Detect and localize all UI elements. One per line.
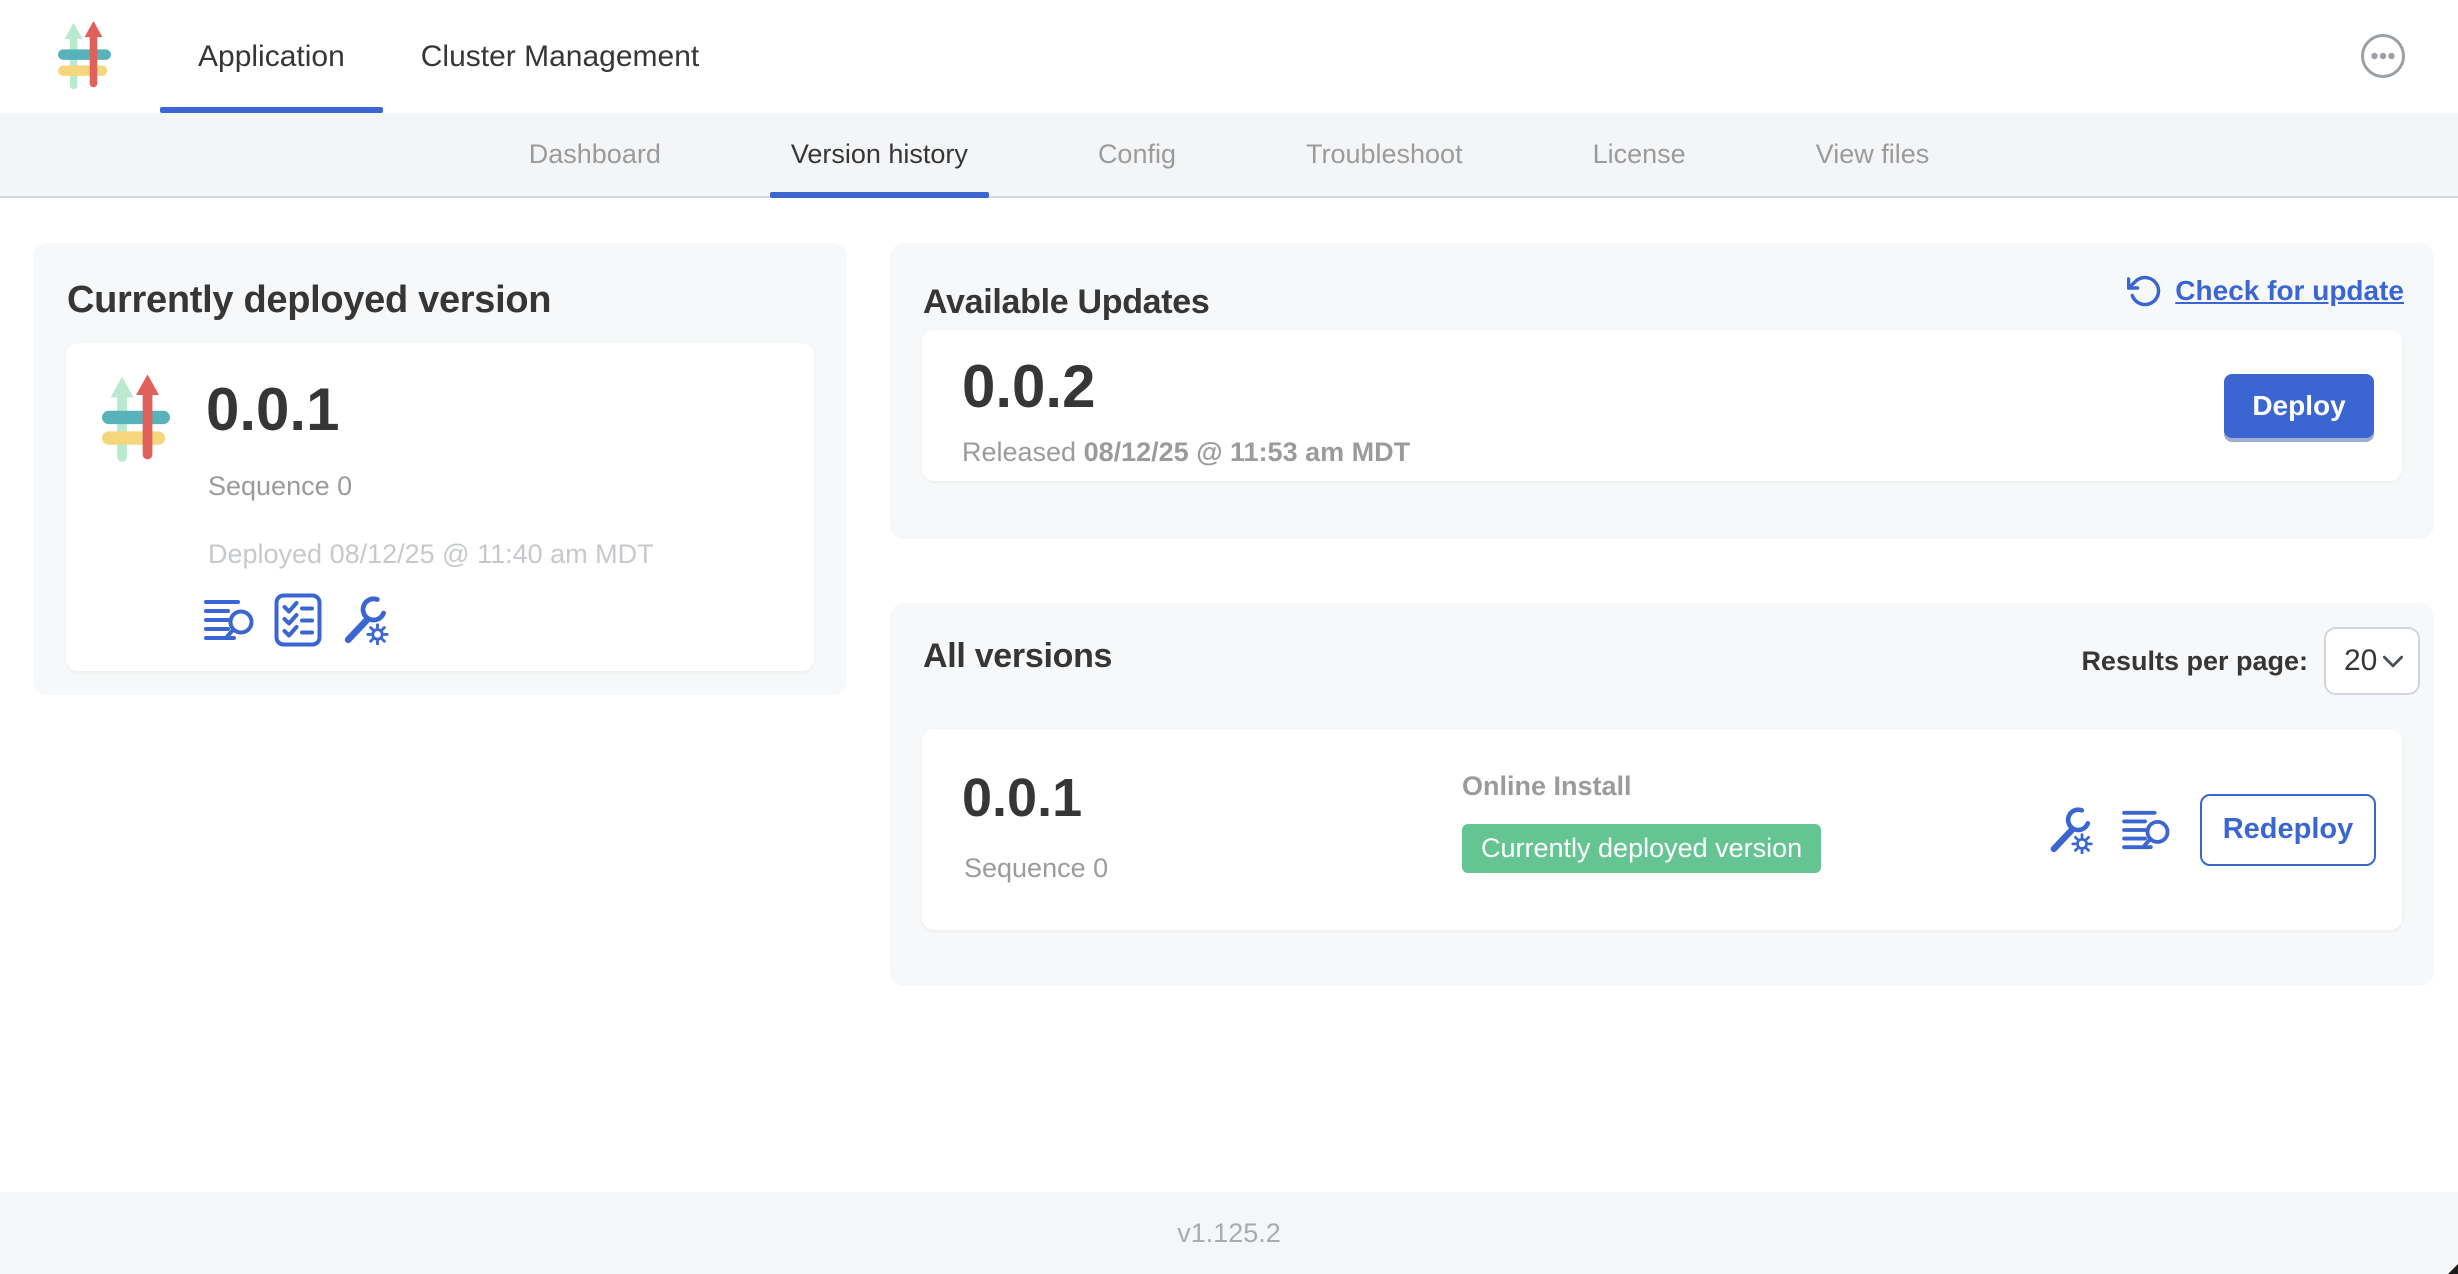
currently-deployed-card: Currently deployed version 0.0.1 Sequenc… <box>33 243 847 695</box>
update-info: 0.0.2 Released 08/12/25 @ 11:53 am MDT <box>962 352 1410 468</box>
logs-icon <box>2122 809 2172 851</box>
subnav-license[interactable]: License <box>1572 113 1707 196</box>
all-versions-title: All versions <box>923 637 1112 676</box>
subnav-view-files-label: View files <box>1816 139 1930 170</box>
row-version-sequence: Sequence 0 <box>964 853 1108 884</box>
results-per-page-label: Results per page: <box>2081 646 2308 677</box>
row-install-type: Online Install <box>1462 771 1821 802</box>
subnav-version-history-label: Version history <box>791 139 968 170</box>
top-header: Application Cluster Management <box>0 0 2458 113</box>
app-logo-icon <box>102 373 170 468</box>
subnav-config-label: Config <box>1098 139 1176 170</box>
version-row: 0.0.1 Sequence 0 Online Install Currentl… <box>922 729 2402 930</box>
tab-application[interactable]: Application <box>160 0 383 113</box>
available-updates-title: Available Updates <box>923 283 1210 322</box>
chevron-down-icon <box>2382 655 2404 668</box>
header-menu-button[interactable] <box>2360 33 2406 79</box>
check-for-update-label: Check for update <box>2175 275 2404 307</box>
currently-deployed-badge: Currently deployed version <box>1462 824 1821 873</box>
view-logs-button[interactable] <box>204 598 256 642</box>
row-actions: Redeploy <box>2046 794 2376 866</box>
tab-cluster-management[interactable]: Cluster Management <box>383 0 737 113</box>
subnav-version-history[interactable]: Version history <box>770 113 989 196</box>
update-released-line: Released 08/12/25 @ 11:53 am MDT <box>962 437 1410 468</box>
redeploy-button[interactable]: Redeploy <box>2200 794 2376 866</box>
footer: v1.125.2 <box>0 1192 2458 1274</box>
results-per-page-value: 20 <box>2344 644 2377 678</box>
tab-application-label: Application <box>198 40 345 74</box>
app-subnav: Dashboard Version history Config Trouble… <box>0 113 2458 198</box>
current-version-sequence: Sequence 0 <box>208 471 352 502</box>
released-prefix: Released <box>962 437 1076 467</box>
subnav-troubleshoot[interactable]: Troubleshoot <box>1285 113 1484 196</box>
current-version-deployed-date: Deployed 08/12/25 @ 11:40 am MDT <box>208 539 654 570</box>
check-for-update-link[interactable]: Check for update <box>2127 273 2404 309</box>
row-version-number: 0.0.1 <box>962 767 1082 829</box>
all-versions-card: All versions Results per page: 20 0.0.1 … <box>890 603 2434 986</box>
ellipsis-icon <box>2360 33 2406 79</box>
app-logo-icon <box>58 21 111 93</box>
released-date: 08/12/25 @ 11:53 am MDT <box>1084 437 1411 467</box>
currently-deployed-title: Currently deployed version <box>67 279 551 322</box>
logs-icon <box>204 598 256 642</box>
row-install-info: Online Install Currently deployed versio… <box>1462 771 1821 873</box>
refresh-icon <box>2127 273 2163 309</box>
currently-deployed-panel: 0.0.1 Sequence 0 Deployed 08/12/25 @ 11:… <box>66 343 814 671</box>
header-tabs: Application Cluster Management <box>160 0 737 113</box>
subnav-dashboard-label: Dashboard <box>529 139 661 170</box>
update-version-number: 0.0.2 <box>962 352 1410 421</box>
results-per-page: Results per page: 20 <box>2081 627 2420 695</box>
edit-config-button[interactable] <box>2046 806 2094 854</box>
subnav-config[interactable]: Config <box>1077 113 1197 196</box>
results-per-page-select[interactable]: 20 <box>2324 627 2420 695</box>
subnav-troubleshoot-label: Troubleshoot <box>1306 139 1463 170</box>
screen-corner-artifact <box>2448 1264 2458 1274</box>
tab-cluster-management-label: Cluster Management <box>421 40 699 74</box>
preflight-checks-icon <box>274 593 322 647</box>
view-logs-button[interactable] <box>2122 809 2172 851</box>
config-icon <box>340 595 390 645</box>
current-version-actions <box>204 593 390 647</box>
deploy-button[interactable]: Deploy <box>2224 374 2374 438</box>
edit-config-button[interactable] <box>340 595 390 645</box>
console-version-label: v1.125.2 <box>1177 1218 1281 1249</box>
available-updates-card: Available Updates Check for update 0.0.2… <box>890 243 2434 539</box>
config-icon <box>2046 806 2094 854</box>
preflight-checks-button[interactable] <box>274 593 322 647</box>
subnav-view-files[interactable]: View files <box>1795 113 1951 196</box>
current-version-number: 0.0.1 <box>206 375 339 444</box>
available-update-row: 0.0.2 Released 08/12/25 @ 11:53 am MDT D… <box>922 330 2402 481</box>
subnav-license-label: License <box>1593 139 1686 170</box>
subnav-dashboard[interactable]: Dashboard <box>508 113 682 196</box>
